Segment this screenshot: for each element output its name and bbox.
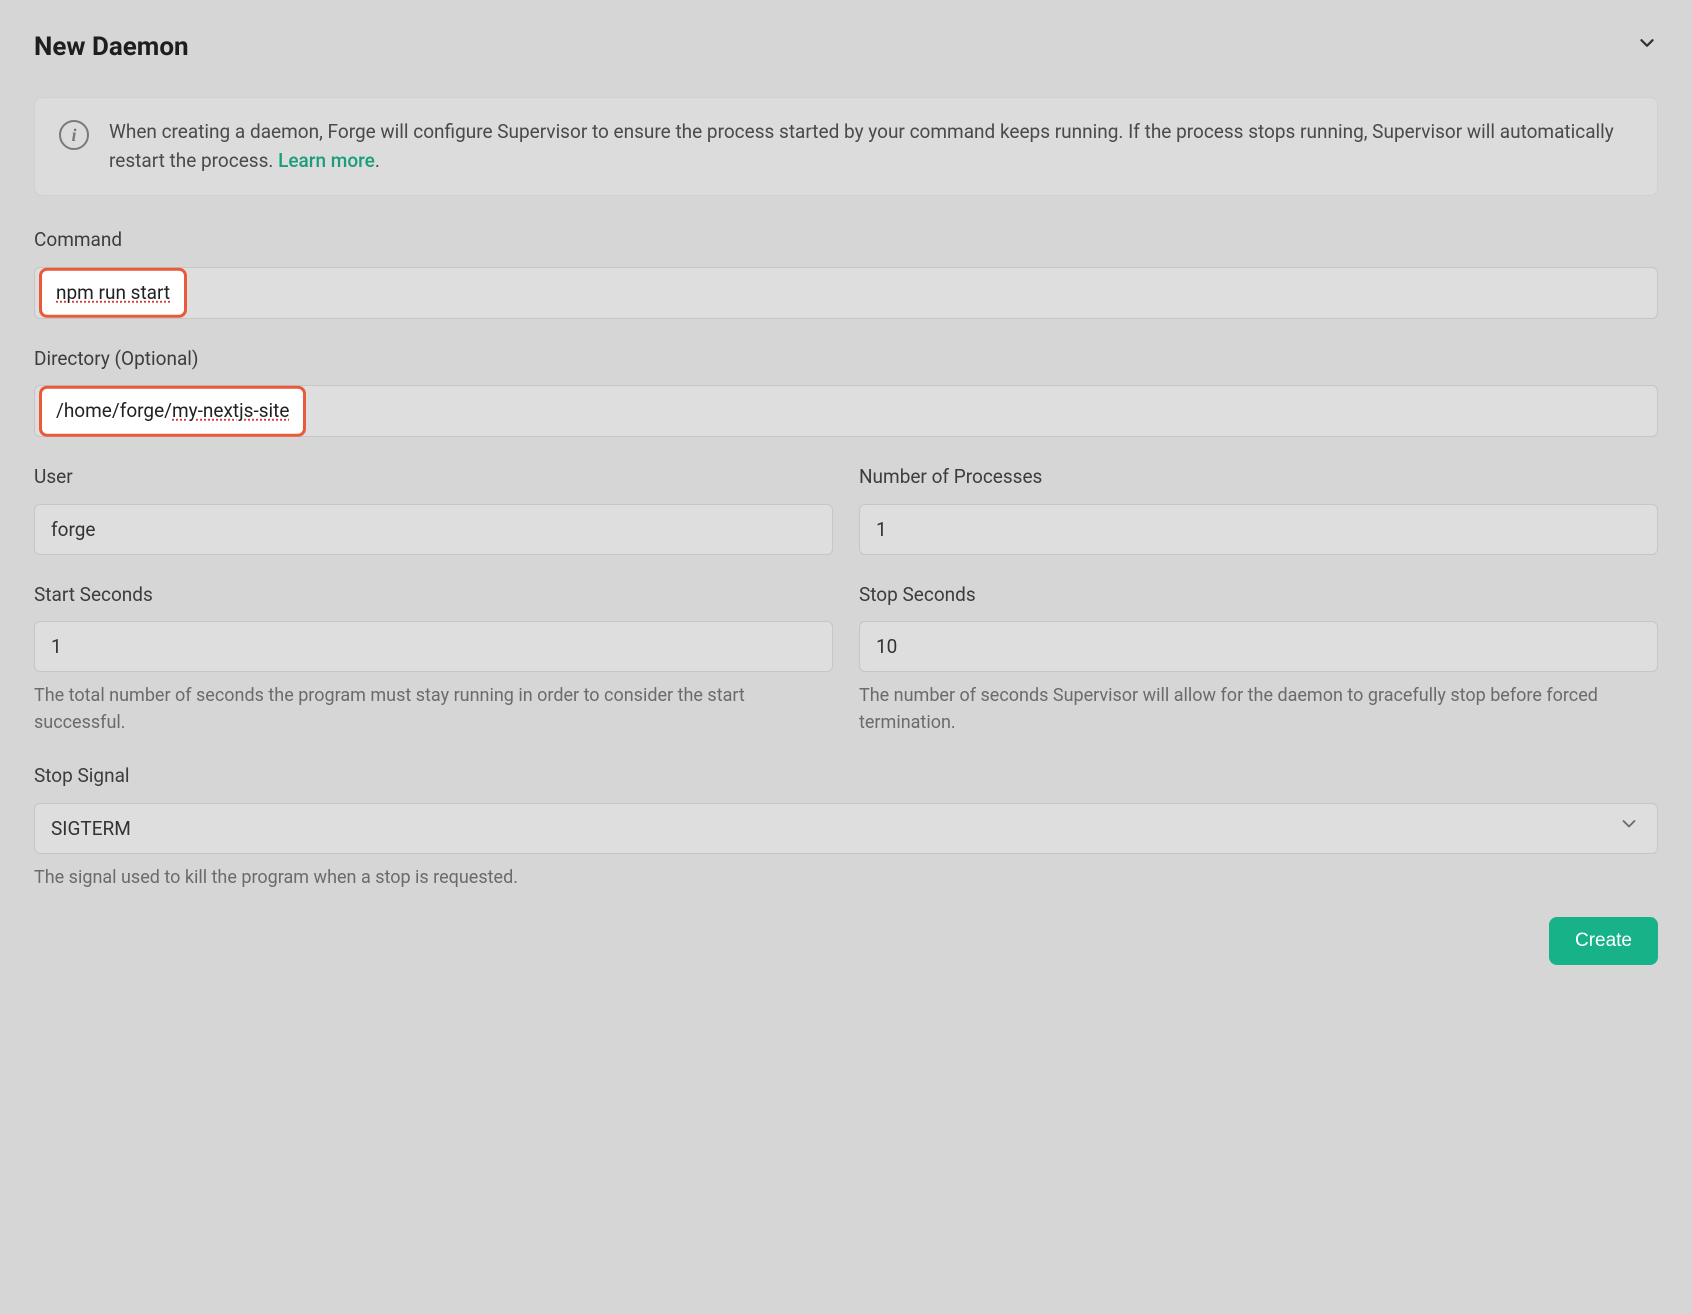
info-callout: i When creating a daemon, Forge will con… [34, 97, 1658, 196]
field-stop-seconds: Stop Seconds The number of seconds Super… [859, 581, 1658, 737]
info-text: When creating a daemon, Forge will confi… [109, 118, 1633, 175]
learn-more-link[interactable]: Learn more [278, 149, 375, 172]
directory-value-prefix: /home/forge/ [56, 399, 172, 422]
info-text-period: . [375, 149, 380, 172]
stop-signal-label: Stop Signal [34, 762, 1658, 791]
chevron-down-icon [1636, 32, 1658, 54]
start-seconds-label: Start Seconds [34, 581, 833, 610]
collapse-toggle[interactable] [1636, 32, 1658, 63]
directory-value-suffix: my-nextjs-site [172, 399, 289, 422]
stop-signal-select-wrap[interactable] [34, 803, 1658, 854]
page-title: New Daemon [34, 28, 189, 67]
field-command: Command npm run start [34, 226, 1658, 319]
start-seconds-input[interactable] [34, 621, 833, 672]
form-footer: Create [34, 917, 1658, 965]
field-num-processes: Number of Processes [859, 463, 1658, 555]
command-input-row[interactable]: npm run start [34, 267, 1658, 319]
directory-label: Directory (Optional) [34, 345, 1658, 374]
directory-input-highlight[interactable]: /home/forge/my-nextjs-site [39, 386, 306, 437]
field-stop-signal: Stop Signal The signal used to kill the … [34, 762, 1658, 891]
start-seconds-help: The total number of seconds the program … [34, 682, 833, 736]
stop-seconds-input[interactable] [859, 621, 1658, 672]
command-label: Command [34, 226, 1658, 255]
command-input-value: npm run start [56, 280, 170, 303]
field-directory: Directory (Optional) /home/forge/my-next… [34, 345, 1658, 438]
stop-seconds-help: The number of seconds Supervisor will al… [859, 682, 1658, 736]
stop-signal-help: The signal used to kill the program when… [34, 864, 1658, 891]
create-button[interactable]: Create [1549, 917, 1658, 965]
stop-signal-select[interactable] [34, 803, 1658, 854]
field-user: User [34, 463, 833, 555]
directory-input-row[interactable]: /home/forge/my-nextjs-site [34, 385, 1658, 437]
command-input-highlight[interactable]: npm run start [39, 267, 187, 318]
num-processes-label: Number of Processes [859, 463, 1658, 492]
info-icon: i [59, 120, 89, 150]
user-input[interactable] [34, 504, 833, 555]
field-start-seconds: Start Seconds The total number of second… [34, 581, 833, 737]
panel-header: New Daemon [34, 28, 1658, 67]
num-processes-input[interactable] [859, 504, 1658, 555]
user-label: User [34, 463, 833, 492]
stop-seconds-label: Stop Seconds [859, 581, 1658, 610]
